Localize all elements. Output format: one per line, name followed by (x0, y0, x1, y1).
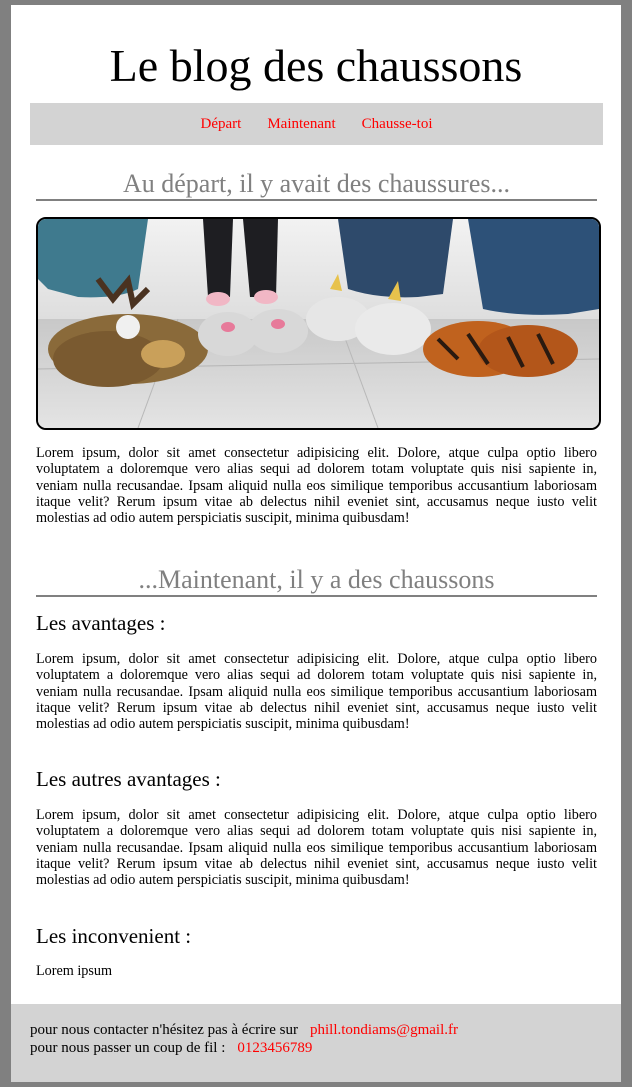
slippers-photo (36, 217, 601, 430)
nav-link-maintenant[interactable]: Maintenant (267, 116, 335, 133)
heading-avantages: Les avantages : (36, 611, 166, 635)
section-title-depart: Au départ, il y avait des chaussures... (36, 169, 597, 201)
main-nav: Départ Maintenant Chausse-toi (30, 103, 603, 145)
page-container: Le blog des chaussons Départ Maintenant … (11, 5, 621, 1082)
paragraph-inconvenient: Lorem ipsum (36, 963, 113, 979)
footer-email-link[interactable]: phill.tondiams@gmail.fr (310, 1022, 458, 1038)
footer-contact-line: pour nous contacter n'hésitez pas à écri… (30, 1021, 458, 1039)
paragraph-avantages: Lorem ipsum, dolor sit amet consectetur … (36, 651, 597, 733)
footer-phone-line: pour nous passer un coup de fil : 0123456… (30, 1039, 312, 1057)
intro-paragraph: Lorem ipsum, dolor sit amet consectetur … (36, 445, 597, 527)
footer-contact-label: pour nous contacter n'hésitez pas à écri… (30, 1022, 299, 1038)
paragraph-autres-avantages: Lorem ipsum, dolor sit amet consectetur … (36, 807, 597, 889)
footer-phone-link[interactable]: 0123456789 (237, 1040, 312, 1056)
heading-inconvenient: Les inconvenient : (36, 924, 192, 948)
slippers-illustration (38, 219, 599, 428)
nav-link-chausse-toi[interactable]: Chausse-toi (362, 116, 433, 133)
heading-autres-avantages: Les autres avantages : (36, 767, 221, 791)
nav-link-depart[interactable]: Départ (201, 116, 242, 133)
section-title-maintenant: ...Maintenant, il y a des chaussons (36, 565, 597, 597)
footer-phone-label: pour nous passer un coup de fil : (30, 1040, 226, 1056)
site-title: Le blog des chaussons (109, 40, 523, 91)
footer: pour nous contacter n'hésitez pas à écri… (11, 1004, 621, 1082)
